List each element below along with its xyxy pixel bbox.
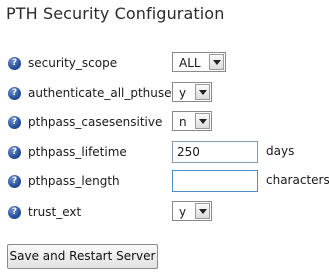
- field-row-authenticate-all-pthuser: ? authenticate_all_pthuser y: [0, 82, 329, 106]
- select-value: y: [179, 86, 187, 100]
- unit-label: characters: [266, 173, 329, 187]
- trust-ext-select[interactable]: y: [172, 201, 212, 221]
- pthpass-length-input[interactable]: [172, 170, 258, 192]
- chevron-down-icon[interactable]: [195, 113, 210, 129]
- field-row-pthpass-lifetime: ? pthpass_lifetime 250 days: [0, 141, 329, 165]
- select-value: n: [179, 115, 187, 129]
- unit-label: days: [266, 144, 295, 158]
- help-icon[interactable]: ?: [8, 175, 21, 188]
- field-label: security_scope: [28, 56, 118, 70]
- help-icon[interactable]: ?: [8, 57, 21, 70]
- field-label: pthpass_casesensitive: [28, 115, 163, 129]
- field-row-pthpass-casesensitive: ? pthpass_casesensitive n: [0, 111, 329, 135]
- help-icon[interactable]: ?: [8, 87, 21, 100]
- help-icon[interactable]: ?: [8, 116, 21, 129]
- field-row-pthpass-length: ? pthpass_length characters: [0, 170, 329, 194]
- page-title: PTH Security Configuration: [6, 4, 225, 23]
- select-value: ALL: [179, 56, 201, 70]
- select-value: y: [179, 205, 187, 219]
- help-icon[interactable]: ?: [8, 206, 21, 219]
- field-label: pthpass_lifetime: [28, 145, 127, 159]
- pthpass-lifetime-input[interactable]: 250: [172, 141, 258, 163]
- save-and-restart-button[interactable]: Save and Restart Server: [7, 244, 158, 269]
- chevron-down-icon[interactable]: [209, 54, 224, 70]
- input-value: 250: [177, 145, 200, 159]
- chevron-down-icon[interactable]: [195, 84, 210, 100]
- authenticate-all-pthuser-select[interactable]: y: [172, 82, 212, 102]
- field-label: trust_ext: [28, 205, 82, 219]
- security-scope-select[interactable]: ALL: [172, 52, 226, 72]
- help-icon[interactable]: ?: [8, 146, 21, 159]
- chevron-down-icon[interactable]: [195, 203, 210, 219]
- field-label: pthpass_length: [28, 174, 120, 188]
- pthpass-casesensitive-select[interactable]: n: [172, 111, 212, 131]
- field-label: authenticate_all_pthuser: [28, 86, 177, 100]
- field-row-security-scope: ? security_scope ALL: [0, 52, 329, 76]
- field-row-trust-ext: ? trust_ext y: [0, 201, 329, 225]
